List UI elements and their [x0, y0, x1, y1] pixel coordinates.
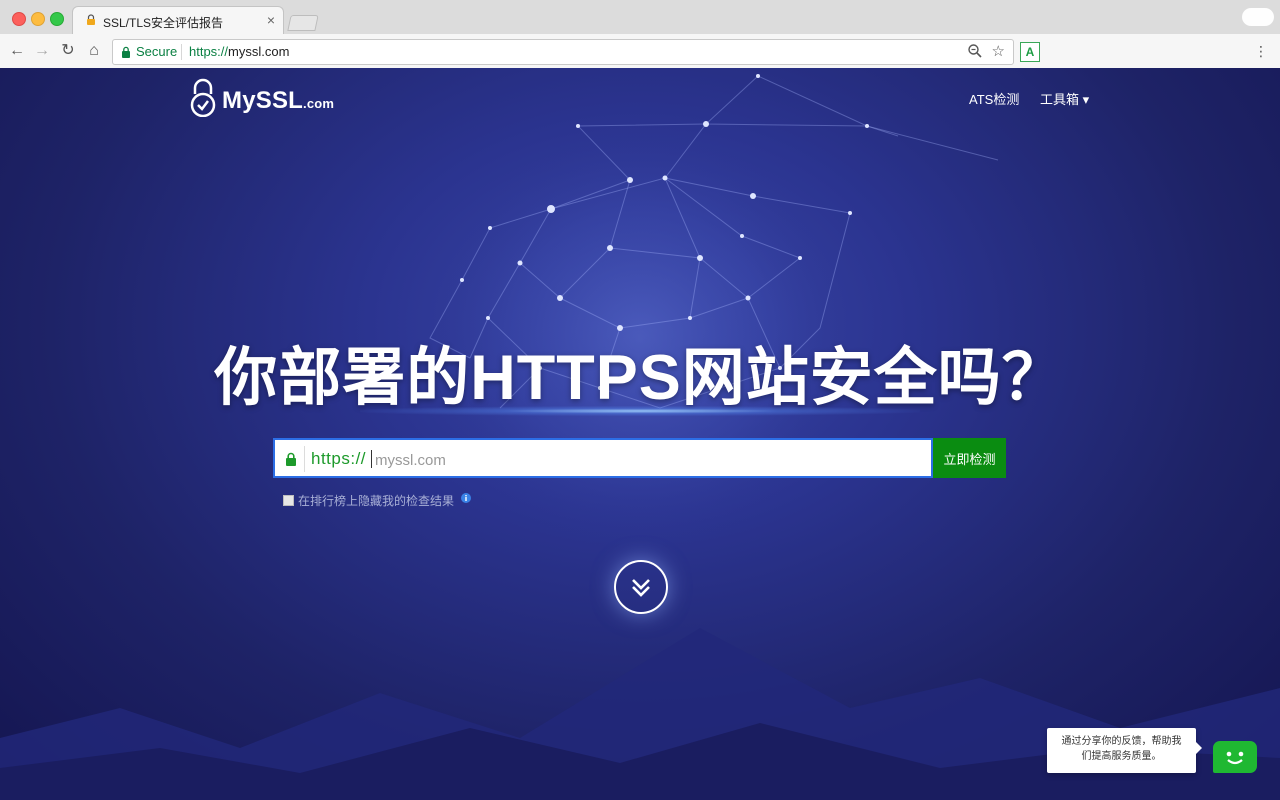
browser-tab[interactable]: SSL/TLS安全评估报告 ×: [72, 6, 284, 35]
smiley-chat-icon: [1226, 751, 1244, 765]
url-scheme: https://: [189, 44, 229, 59]
search-scheme-label: https://: [311, 449, 367, 468]
page-content: MySSL.com ATS检测 工具箱 ▾ 你部署的HTTPS网站安全吗？ ht…: [0, 68, 1280, 800]
logo-main-text: MySSL: [222, 87, 304, 114]
hide-rank-option[interactable]: 在排行榜上隐藏我的检查结果: [283, 492, 454, 509]
maximize-window-button[interactable]: [50, 12, 64, 26]
domain-input[interactable]: [373, 445, 927, 475]
detect-now-button[interactable]: 立即检测: [933, 438, 1006, 478]
feedback-tooltip: 通过分享你的反馈，帮助我 们提高服务质量。: [1047, 728, 1202, 773]
hide-rank-label: 在排行榜上隐藏我的检查结果: [298, 494, 455, 508]
nav-toolbox-dropdown[interactable]: 工具箱 ▾: [1040, 89, 1089, 108]
lock-favicon-icon: [87, 14, 95, 25]
secure-label: Secure: [136, 44, 178, 59]
browser-menu-icon[interactable]: ⋮: [1254, 43, 1268, 60]
nav-ats-check[interactable]: ATS检测: [969, 89, 1019, 108]
lock-icon: [286, 452, 296, 466]
hero-title: 你部署的HTTPS网站安全吗？: [214, 343, 1066, 413]
back-arrow-icon[interactable]: ←: [8, 42, 26, 60]
info-icon[interactable]: [461, 493, 471, 503]
home-icon[interactable]: ⌂: [85, 42, 103, 60]
address-url[interactable]: https://myssl.com: [189, 44, 289, 59]
tab-bar: SSL/TLS安全评估报告 ×: [0, 0, 1280, 35]
feedback-text-line2: 们提高服务质量。: [1081, 751, 1162, 762]
tab-close-icon[interactable]: ×: [267, 12, 275, 28]
logo-suffix-text: .com: [303, 96, 335, 111]
profile-button[interactable]: [1242, 8, 1274, 26]
url-host: myssl.com: [228, 44, 290, 59]
search-separator: [304, 446, 305, 472]
secure-lock-icon: [122, 46, 130, 58]
browser-chrome: SSL/TLS安全评估报告 × ← → ↻ ⌂ Secure https://m…: [0, 0, 1280, 69]
new-tab-button[interactable]: [287, 15, 319, 31]
browser-toolbar: ← → ↻ ⌂ Secure https://myssl.com ☆ A ⋮: [0, 34, 1280, 68]
close-window-button[interactable]: [12, 12, 26, 26]
text-caret: [371, 450, 372, 468]
hero-glow-line: [360, 406, 920, 416]
double-chevron-down-icon: [632, 579, 650, 597]
feedback-chat-button[interactable]: [1213, 741, 1257, 773]
domain-search-box: https://: [273, 438, 933, 478]
hide-rank-checkbox[interactable]: [283, 495, 294, 506]
forward-arrow-icon[interactable]: →: [33, 42, 51, 60]
extension-icon[interactable]: A: [1020, 42, 1040, 62]
logo-wordmark: MySSL.com: [222, 87, 334, 115]
minimize-window-button[interactable]: [31, 12, 45, 26]
address-bar[interactable]: Secure https://myssl.com ☆: [112, 39, 1014, 65]
bookmark-star-icon[interactable]: ☆: [992, 42, 1005, 60]
address-separator: [181, 44, 182, 60]
feedback-text-line1: 通过分享你的反馈，帮助我: [1061, 736, 1182, 747]
zoom-icon[interactable]: [967, 43, 983, 59]
reload-icon[interactable]: ↻: [59, 42, 77, 60]
scroll-down-button[interactable]: [614, 560, 668, 614]
tab-title: SSL/TLS安全评估报告: [103, 16, 224, 30]
